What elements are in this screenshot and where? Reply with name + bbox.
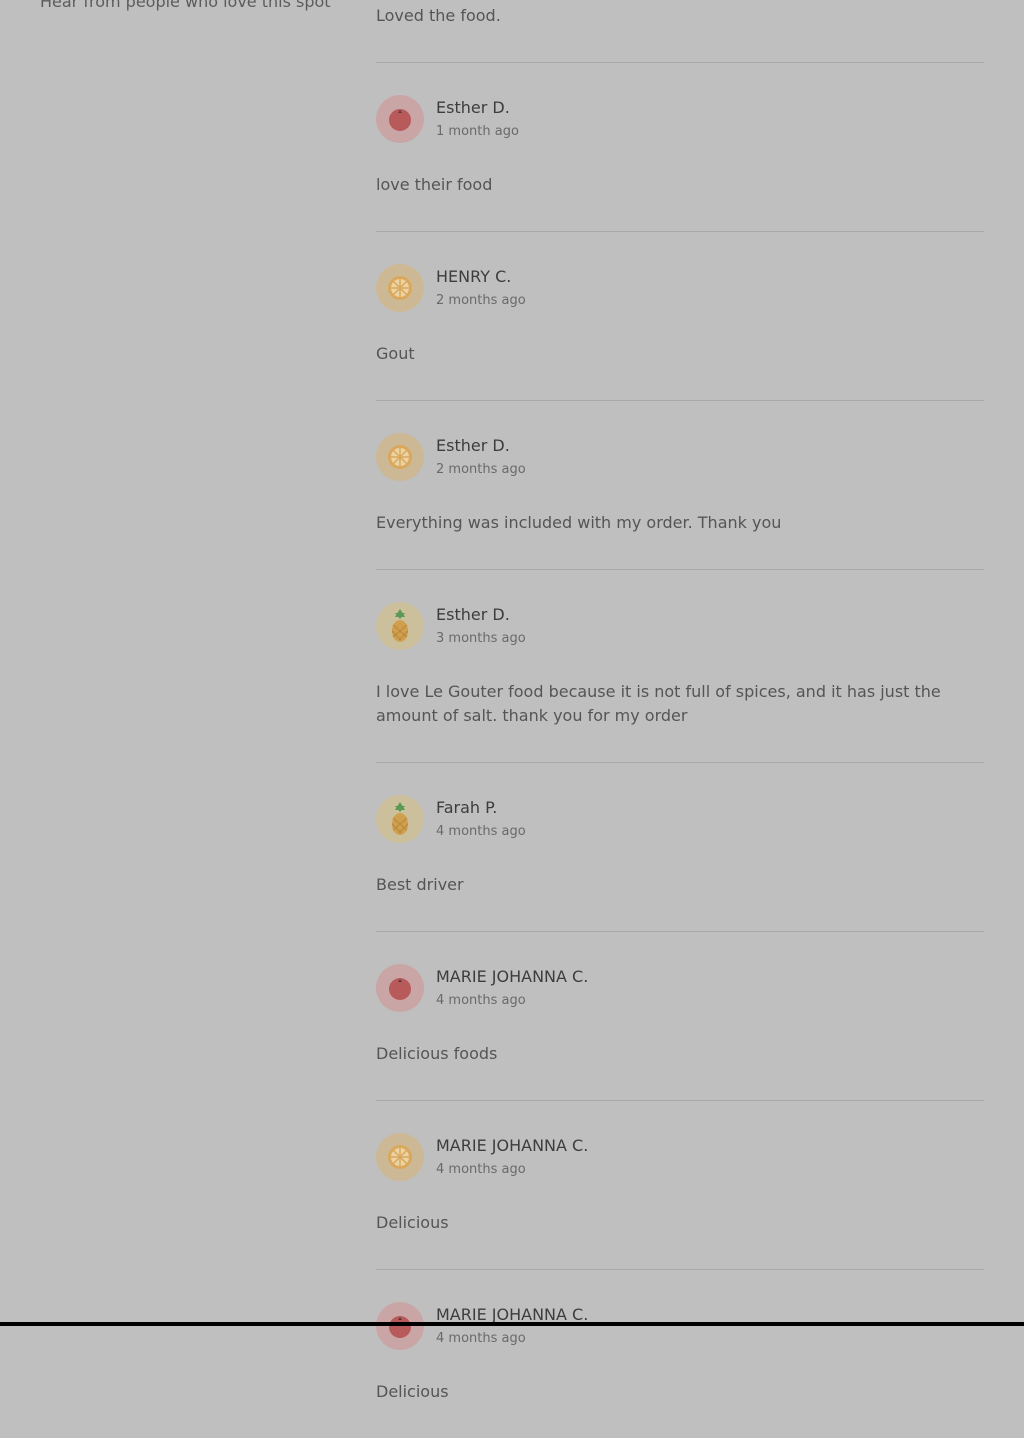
- review-item: Esther D. 3 months ago I love Le Gouter …: [376, 569, 984, 762]
- review-author: Esther D.: [436, 435, 510, 455]
- review-text: Delicious: [376, 1213, 449, 1232]
- review-header: Esther D. 3 months ago: [376, 602, 984, 650]
- review-item: HENRY C. 2 months ago Gout: [376, 231, 984, 400]
- review-time: 4 months ago: [436, 823, 526, 839]
- review-text: Gout: [376, 344, 415, 363]
- review-header: Farah P. 4 months ago: [376, 795, 984, 843]
- review-item: MARIE JOHANNA C. 4 months ago Delicious …: [376, 931, 984, 1100]
- tomato-icon: [376, 95, 424, 143]
- review-header: MARIE JOHANNA C. 4 months ago: [376, 964, 984, 1012]
- review-author: Esther D.: [436, 97, 510, 117]
- review-text: Loved the food.: [376, 6, 501, 25]
- pineapple-icon: [376, 602, 424, 650]
- review-text: Delicious: [376, 1382, 449, 1401]
- review-author: Farah P.: [436, 797, 498, 817]
- review-item: MARIE JOHANNA C. 4 months ago Delicious: [376, 1100, 984, 1269]
- section-subtitle: Hear from people who love this spot: [40, 0, 331, 11]
- bottom-edge-bar: [0, 1322, 1024, 1326]
- review-time: 3 months ago: [436, 630, 526, 646]
- review-header: HENRY C. 2 months ago: [376, 264, 984, 312]
- left-column: Hear from people who love this spot: [40, 0, 340, 13]
- review-meta: Farah P. 4 months ago: [436, 797, 526, 842]
- review-time: 2 months ago: [436, 461, 526, 477]
- review-meta: MARIE JOHANNA C. 4 months ago: [436, 966, 588, 1011]
- review-meta: MARIE JOHANNA C. 4 months ago: [436, 1135, 588, 1180]
- review-time: 4 months ago: [436, 1330, 526, 1346]
- review-author: MARIE JOHANNA C.: [436, 1135, 589, 1155]
- review-text: Everything was included with my order. T…: [376, 513, 782, 532]
- review-header: Esther D. 2 months ago: [376, 433, 984, 481]
- pineapple-icon: [376, 795, 424, 843]
- review-text: Delicious foods: [376, 1044, 498, 1063]
- review-item: Farah P. 4 months ago Best driver: [376, 762, 984, 931]
- review-meta: HENRY C. 2 months ago: [436, 266, 526, 311]
- review-author: HENRY C.: [436, 266, 512, 286]
- review-author: Esther D.: [436, 604, 510, 624]
- review-meta: Esther D. 3 months ago: [436, 604, 526, 649]
- review-item: Esther D. 1 month ago love their food: [376, 62, 984, 231]
- tomato-icon: [376, 964, 424, 1012]
- review-text: I love Le Gouter food because it is not …: [376, 682, 941, 725]
- review-item: Esther D. 2 months ago Everything was in…: [376, 400, 984, 569]
- orange-slice-icon: [376, 433, 424, 481]
- review-header: MARIE JOHANNA C. 4 months ago: [376, 1133, 984, 1181]
- review-item: MARIE JOHANNA C. 4 months ago Delicious: [376, 1269, 984, 1438]
- review-time: 4 months ago: [436, 992, 526, 1008]
- review-text: love their food: [376, 175, 493, 194]
- tomato-icon: [376, 1302, 424, 1350]
- orange-slice-icon: [376, 1133, 424, 1181]
- reviews-list: Loved the food. Esther D. 1 month ago lo…: [376, 0, 984, 1438]
- review-item: Loved the food.: [376, 0, 984, 62]
- review-meta: MARIE JOHANNA C. 4 months ago: [436, 1304, 588, 1349]
- review-header: Esther D. 1 month ago: [376, 95, 984, 143]
- review-time: 4 months ago: [436, 1161, 526, 1177]
- review-meta: Esther D. 1 month ago: [436, 97, 519, 142]
- review-meta: Esther D. 2 months ago: [436, 435, 526, 480]
- review-time: 1 month ago: [436, 123, 519, 139]
- orange-slice-icon: [376, 264, 424, 312]
- review-text: Best driver: [376, 875, 464, 894]
- review-header: MARIE JOHANNA C. 4 months ago: [376, 1302, 984, 1350]
- review-author: MARIE JOHANNA C.: [436, 966, 589, 986]
- review-time: 2 months ago: [436, 292, 526, 308]
